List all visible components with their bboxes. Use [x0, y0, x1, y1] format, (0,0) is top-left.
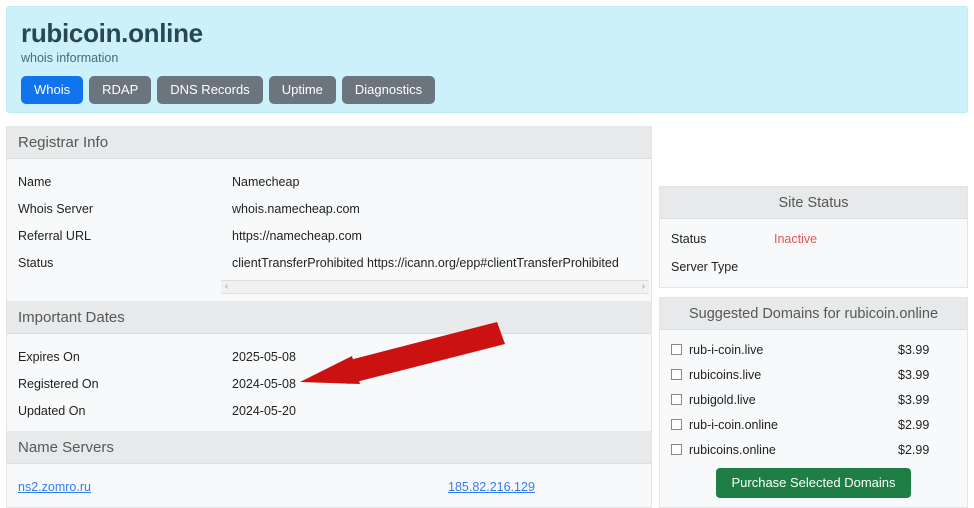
- site-status-label: Status: [671, 232, 707, 246]
- table-row: Name Namecheap: [7, 168, 651, 195]
- sidebar-column: Site Status Status Inactive Server Type …: [659, 126, 968, 508]
- nameserver-ip-link[interactable]: 185.82.216.129: [448, 480, 535, 494]
- checkbox-icon[interactable]: [671, 394, 682, 405]
- suggested-domains-panel-title: Suggested Domains for rubicoin.online: [660, 298, 967, 330]
- name-servers-rows: ns2.zomro.ru 185.82.216.129 ns3.zomro.co…: [7, 464, 651, 508]
- expires-on-value: 2025-05-08: [232, 349, 296, 364]
- referral-url-value: https://namecheap.com: [232, 228, 362, 243]
- important-dates-rows: Expires On 2025-05-08 Registered On 2024…: [7, 334, 651, 424]
- tab-diagnostics[interactable]: Diagnostics: [341, 76, 436, 105]
- table-row: ns2.zomro.ru 185.82.216.129: [7, 473, 651, 500]
- checkbox-icon[interactable]: [671, 444, 682, 455]
- suggested-domain-name: rub-i-coin.live: [689, 342, 764, 357]
- registrar-status-label: Status: [18, 255, 54, 270]
- tab-rdap[interactable]: RDAP: [89, 76, 152, 105]
- table-row: ns3.zomro.com 51.38.146.91: [7, 500, 651, 508]
- tab-dns-records[interactable]: DNS Records: [157, 76, 263, 105]
- suggested-domain-price: $3.99: [898, 367, 930, 382]
- page-subtitle: whois information: [21, 51, 119, 66]
- checkbox-icon[interactable]: [671, 344, 682, 355]
- section-header-registrar-info: Registrar Info: [7, 126, 651, 159]
- tab-uptime[interactable]: Uptime: [268, 76, 336, 105]
- suggested-domain-price: $3.99: [898, 392, 930, 407]
- suggested-domain-price: $2.99: [898, 417, 930, 432]
- purchase-button-wrapper: Purchase Selected Domains: [660, 468, 967, 498]
- table-row: Updated On 2024-05-20: [7, 397, 651, 424]
- suggested-domain-name: rubigold.live: [689, 392, 756, 407]
- checkbox-icon[interactable]: [671, 369, 682, 380]
- suggested-domain-price: $2.99: [898, 442, 930, 457]
- whois-details-card: Registrar Info Name Namecheap Whois Serv…: [6, 126, 652, 508]
- status-horizontal-scrollbar[interactable]: ‹ ›: [221, 280, 649, 294]
- registrar-name-label: Name: [18, 174, 52, 189]
- site-status-panel-title: Site Status: [660, 187, 967, 219]
- table-row: Referral URL https://namecheap.com: [7, 222, 651, 249]
- nameserver-host-link[interactable]: ns2.zomro.ru: [18, 480, 91, 494]
- suggested-domain-price: $3.99: [898, 342, 930, 357]
- tab-bar: Whois RDAP DNS Records Uptime Diagnostic…: [21, 76, 953, 105]
- list-item[interactable]: rubicoins.live $3.99: [660, 362, 967, 387]
- page-header-banner: rubicoin.online whois information Whois …: [6, 6, 968, 113]
- page-title: rubicoin.online: [21, 18, 203, 48]
- section-header-name-servers: Name Servers: [7, 431, 651, 464]
- purchase-selected-domains-button[interactable]: Purchase Selected Domains: [716, 468, 911, 498]
- tab-whois[interactable]: Whois: [21, 76, 84, 105]
- table-row: Registered On 2024-05-08: [7, 370, 651, 397]
- registrar-status-value: clientTransferProhibited https://icann.o…: [232, 255, 619, 270]
- chevron-right-icon[interactable]: ›: [642, 282, 645, 292]
- section-header-important-dates: Important Dates: [7, 301, 651, 334]
- expires-on-label: Expires On: [18, 349, 80, 364]
- registered-on-label: Registered On: [18, 376, 99, 391]
- page-root: rubicoin.online whois information Whois …: [0, 0, 974, 508]
- whois-server-label: Whois Server: [18, 201, 94, 216]
- suggested-domain-name: rubicoins.online: [689, 442, 776, 457]
- whois-server-value: whois.namecheap.com: [232, 201, 360, 216]
- server-type-label: Server Type: [671, 260, 739, 274]
- updated-on-value: 2024-05-20: [232, 403, 296, 418]
- site-status-panel: Site Status Status Inactive Server Type: [659, 186, 968, 288]
- list-item[interactable]: rub-i-coin.online $2.99: [660, 412, 967, 437]
- suggested-domain-name: rub-i-coin.online: [689, 417, 778, 432]
- registrar-info-rows: Name Namecheap Whois Server whois.namech…: [7, 159, 651, 294]
- list-item[interactable]: rubicoins.online $2.99: [660, 437, 967, 462]
- table-row: Server Type: [660, 253, 967, 281]
- status-badge: Inactive: [774, 232, 818, 246]
- suggested-domains-panel: Suggested Domains for rubicoin.online ru…: [659, 297, 968, 508]
- table-row: Status Inactive: [660, 225, 967, 253]
- table-row: Whois Server whois.namecheap.com: [7, 195, 651, 222]
- suggested-domain-name: rubicoins.live: [689, 367, 762, 382]
- registered-on-value: 2024-05-08: [232, 376, 296, 391]
- list-item[interactable]: rubigold.live $3.99: [660, 387, 967, 412]
- checkbox-icon[interactable]: [671, 419, 682, 430]
- table-row: Expires On 2025-05-08: [7, 343, 651, 370]
- referral-url-label: Referral URL: [18, 228, 91, 243]
- chevron-left-icon[interactable]: ‹: [225, 282, 228, 292]
- updated-on-label: Updated On: [18, 403, 86, 418]
- registrar-name-value: Namecheap: [232, 174, 300, 189]
- list-item[interactable]: rub-i-coin.live $3.99: [660, 337, 967, 362]
- table-row: Status clientTransferProhibited https://…: [7, 249, 651, 276]
